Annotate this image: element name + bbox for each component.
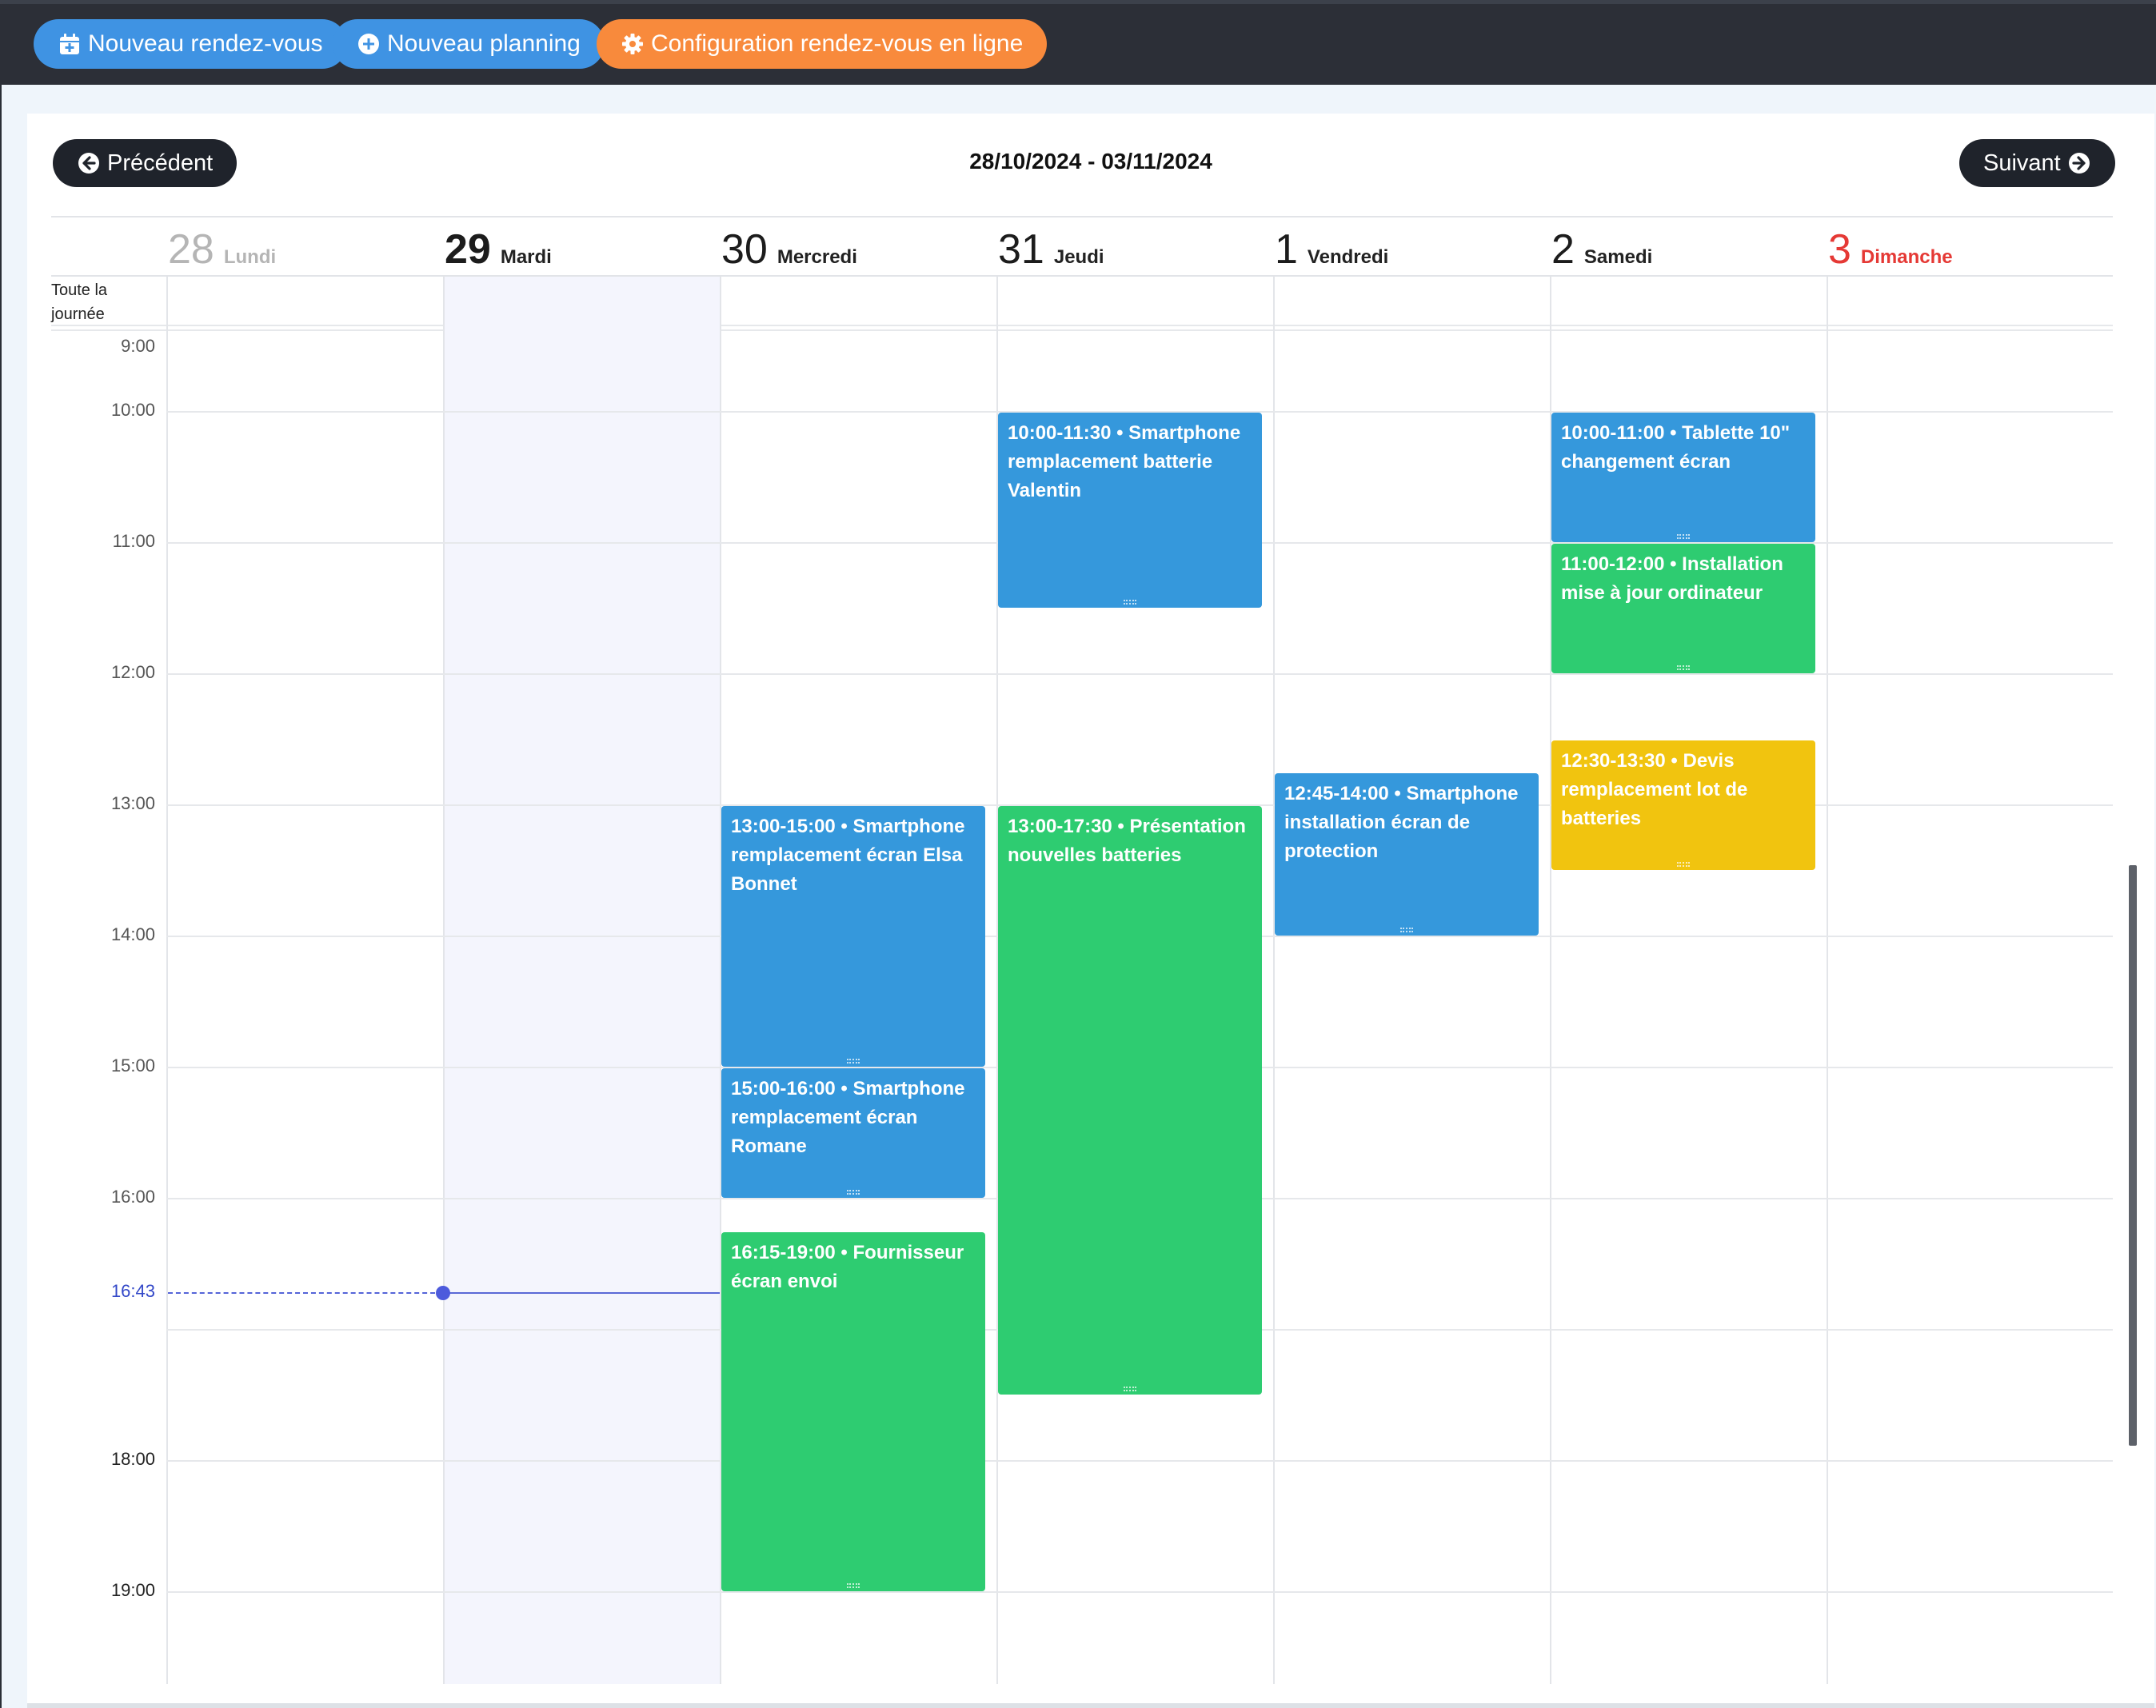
- time-label: 13:00: [110, 793, 155, 813]
- day-name: Mardi: [500, 246, 552, 268]
- day-number: 30: [721, 226, 768, 273]
- today-column-highlight: [443, 277, 720, 1684]
- day-header-jeudi[interactable]: 31 Jeudi: [996, 225, 1104, 273]
- next-button[interactable]: Suivant: [1959, 139, 2115, 187]
- resize-handle[interactable]: [847, 1583, 860, 1588]
- new-appointment-button[interactable]: Nouveau rendez-vous: [34, 19, 347, 69]
- time-label: 11:00: [112, 531, 155, 551]
- day-name: Lundi: [223, 246, 277, 268]
- event-title: 13:00-15:00 • Smartphone remplacement éc…: [731, 816, 965, 895]
- hour-line: [166, 673, 2113, 675]
- event-title: 12:45-14:00 • Smartphone installation éc…: [1284, 783, 1519, 862]
- day-number: 31: [998, 226, 1044, 273]
- resize-handle[interactable]: [1677, 862, 1690, 867]
- gear-icon: [622, 34, 643, 54]
- calendar-event[interactable]: 10:00-11:30 • Smartphone remplacement ba…: [998, 413, 1262, 608]
- calendar-event[interactable]: 13:00-17:30 • Présentation nouvelles bat…: [998, 806, 1262, 1395]
- resize-handle[interactable]: [1677, 534, 1690, 539]
- online-config-label: Configuration rendez-vous en ligne: [651, 30, 1024, 57]
- day-name: Jeudi: [1053, 246, 1104, 268]
- day-header-mardi[interactable]: 29 Mardi: [443, 225, 552, 273]
- current-time-dashed-line: [168, 1291, 443, 1294]
- day-column-divider: [1273, 277, 1275, 1684]
- calendar-event[interactable]: 12:45-14:00 • Smartphone installation éc…: [1275, 773, 1539, 936]
- day-name: Dimanche: [1860, 246, 1953, 268]
- resize-handle[interactable]: [1677, 665, 1690, 670]
- event-title: 15:00-16:00 • Smartphone remplacement éc…: [731, 1078, 965, 1157]
- resize-handle[interactable]: [1124, 1387, 1136, 1391]
- day-header-lundi[interactable]: 28 Lundi: [166, 225, 276, 273]
- current-time-label: 16:43: [110, 1280, 155, 1301]
- day-header-samedi[interactable]: 2 Samedi: [1550, 225, 1652, 273]
- resize-handle[interactable]: [847, 1190, 860, 1195]
- header-bottom-divider: [51, 275, 2113, 277]
- time-label: 19:00: [110, 1580, 155, 1600]
- arrow-right-circle-icon: [2068, 153, 2090, 174]
- calendar-event[interactable]: 16:15-19:00 • Fournisseur écran envoi: [721, 1232, 985, 1591]
- calendar-event[interactable]: 10:00-11:00 • Tablette 10" changement éc…: [1551, 413, 1815, 542]
- resize-handle[interactable]: [847, 1059, 860, 1064]
- day-name: Mercredi: [777, 246, 857, 268]
- resize-handle[interactable]: [1400, 928, 1413, 932]
- card-bottom-edge: [27, 1703, 2154, 1708]
- day-header-dimanche[interactable]: 3 Dimanche: [1827, 225, 1953, 273]
- top-toolbar: Nouveau rendez-vous Nouveau planning Con…: [0, 0, 2156, 85]
- day-number: 1: [1275, 226, 1298, 273]
- time-label: 14:00: [110, 924, 155, 944]
- day-number: 2: [1551, 226, 1575, 273]
- new-schedule-label: Nouveau planning: [387, 30, 581, 57]
- time-label: 16:00: [110, 1187, 155, 1207]
- time-label: 15:00: [110, 1056, 155, 1075]
- event-title: 11:00-12:00 • Installation mise à jour o…: [1561, 553, 1783, 604]
- next-label: Suivant: [1983, 150, 2061, 176]
- current-time-dot: [436, 1285, 450, 1300]
- day-number: 3: [1828, 226, 1851, 273]
- day-number: 28: [168, 226, 214, 273]
- calendar-plus-icon: [60, 34, 79, 54]
- day-header-mercredi[interactable]: 30 Mercredi: [720, 225, 857, 273]
- plus-circle-icon: [358, 34, 379, 54]
- time-label: 18:00: [110, 1449, 155, 1469]
- day-number: 29: [445, 226, 491, 273]
- calendar-event[interactable]: 13:00-15:00 • Smartphone remplacement éc…: [721, 806, 985, 1067]
- all-day-divider-2: [51, 329, 2113, 331]
- event-title: 12:30-13:30 • Devis remplacement lot de …: [1561, 750, 1748, 829]
- new-schedule-button[interactable]: Nouveau planning: [333, 19, 605, 69]
- time-label: 9:00: [121, 336, 155, 356]
- calendar-card: Précédent 28/10/2024 - 03/11/2024 Suivan…: [27, 114, 2154, 1703]
- header-top-divider: [51, 216, 2113, 217]
- resize-handle[interactable]: [1124, 600, 1136, 605]
- online-config-button[interactable]: Configuration rendez-vous en ligne: [597, 19, 1048, 69]
- event-title: 10:00-11:00 • Tablette 10" changement éc…: [1561, 422, 1791, 473]
- time-label: 10:00: [110, 400, 155, 420]
- hour-line: [166, 1460, 2113, 1462]
- event-title: 13:00-17:30 • Présentation nouvelles bat…: [1008, 816, 1246, 866]
- event-title: 10:00-11:30 • Smartphone remplacement ba…: [1008, 422, 1241, 501]
- all-day-divider: [51, 325, 2113, 326]
- day-name: Vendredi: [1307, 246, 1389, 268]
- day-column-divider: [166, 277, 168, 1684]
- event-title: 16:15-19:00 • Fournisseur écran envoi: [731, 1242, 964, 1292]
- day-name: Samedi: [1583, 246, 1653, 268]
- date-range-title: 28/10/2024 - 03/11/2024: [969, 149, 1212, 174]
- main-area: Précédent 28/10/2024 - 03/11/2024 Suivan…: [2, 85, 2156, 1708]
- calendar-event[interactable]: 11:00-12:00 • Installation mise à jour o…: [1551, 544, 1815, 673]
- new-appointment-label: Nouveau rendez-vous: [88, 30, 323, 57]
- calendar-event[interactable]: 12:30-13:30 • Devis remplacement lot de …: [1551, 740, 1815, 870]
- all-day-label: Toute la journée: [51, 281, 108, 323]
- hour-line: [166, 1591, 2113, 1593]
- day-column-divider: [443, 277, 445, 1684]
- calendar-event[interactable]: 15:00-16:00 • Smartphone remplacement éc…: [721, 1068, 985, 1198]
- day-column-divider: [1827, 277, 1828, 1684]
- time-label: 12:00: [110, 662, 155, 682]
- day-header-vendredi[interactable]: 1 Vendredi: [1273, 225, 1388, 273]
- vertical-scrollbar[interactable]: [2129, 865, 2137, 1446]
- current-time-line: [443, 1291, 720, 1294]
